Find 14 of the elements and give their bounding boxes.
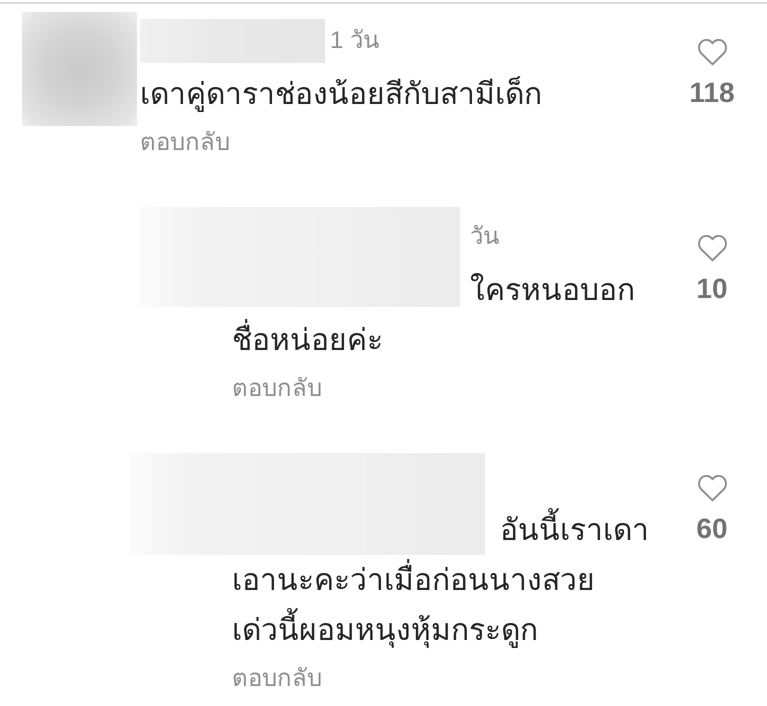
like-count: 60: [696, 512, 728, 546]
reply-link[interactable]: ตอบกลับ: [232, 370, 322, 408]
like-count: 118: [689, 76, 735, 110]
comment-time: วัน: [470, 222, 499, 252]
reply-link[interactable]: ตอบกลับ: [232, 660, 322, 698]
heart-icon[interactable]: [696, 234, 728, 262]
like-count: 10: [696, 272, 728, 306]
heart-icon[interactable]: [696, 474, 728, 502]
comment-text: อันนี้เราเดา เอานะคะว่าเมื่อก่อนนางสวย เด่วนี้ผอมหนุงหุ้มกระดูก: [232, 506, 660, 656]
comment-text: เดาคู่ดาราช่องน้อยสีกับสามีเด็ก: [140, 75, 543, 114]
heart-icon[interactable]: [696, 38, 728, 66]
comment-text: ใครหนอบอก ชื่อหน่อยค่ะ: [232, 272, 636, 359]
reply-link[interactable]: ตอบกลับ: [140, 124, 230, 162]
comment-time: 1 วัน: [330, 26, 380, 56]
